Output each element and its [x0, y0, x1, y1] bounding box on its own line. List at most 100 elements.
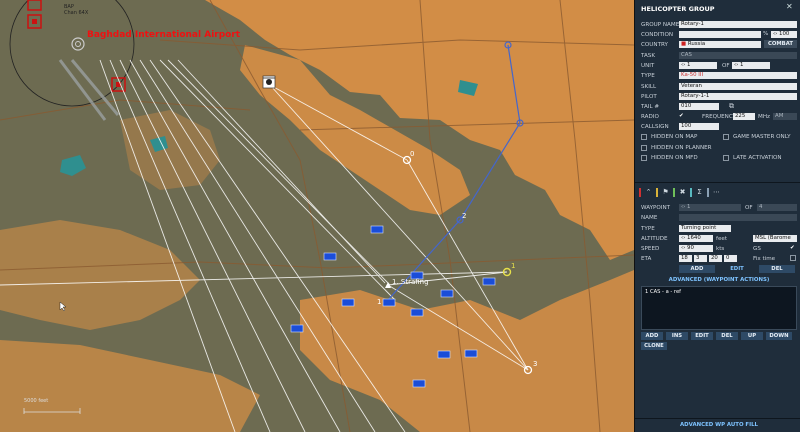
waypoint-label-3: 3	[533, 360, 538, 368]
tab-route-icon[interactable]: ⌃	[644, 188, 653, 197]
condition-label: CONDITION	[641, 32, 674, 38]
action-edit-button[interactable]: EDIT	[691, 332, 713, 340]
hidden-on-map-checkbox[interactable]	[641, 134, 647, 140]
action-up-button[interactable]: UP	[741, 332, 763, 340]
action-down-button[interactable]: DOWN	[766, 332, 792, 340]
wp-type-select[interactable]: Turning point	[679, 225, 731, 232]
condition-input[interactable]: ‹› 100	[771, 31, 797, 38]
callsign-input[interactable]: 100	[679, 123, 719, 130]
advanced-waypoint-actions-label[interactable]: ADVANCED (WAYPOINT ACTIONS)	[641, 277, 797, 283]
eta-minutes[interactable]: 3	[694, 255, 707, 262]
close-icon[interactable]: ✕	[786, 3, 794, 11]
action-add-button[interactable]: ADD	[641, 332, 663, 340]
game-master-only-checkbox[interactable]	[723, 134, 729, 140]
footer-divider	[635, 418, 800, 419]
speed-unit: kts	[716, 246, 725, 252]
hidden-on-mfd-checkbox[interactable]	[641, 155, 647, 161]
tail-label: TAIL #	[641, 104, 660, 110]
eta-seconds[interactable]: 20	[709, 255, 722, 262]
speed-input[interactable]: ‹› 90	[679, 245, 713, 252]
callsign-row: CALLSIGN	[641, 123, 797, 131]
game-master-only-label: GAME MASTER ONLY	[733, 134, 791, 140]
fix-time-label: Fix time	[753, 256, 776, 262]
country-label: COUNTRY	[641, 42, 668, 48]
editor-window: Baghdad International Airport BAP Chan 6…	[0, 0, 800, 432]
pilot-input[interactable]: Rotary-1-1	[679, 93, 797, 100]
altitude-input[interactable]: ‹› 1640	[679, 235, 713, 242]
speed-label: SPEED	[641, 246, 660, 252]
mission-map[interactable]: Baghdad International Airport BAP Chan 6…	[0, 0, 634, 432]
actions-list[interactable]: 1 CAS - a - ref	[641, 286, 797, 330]
unit-total-stepper[interactable]: ‹› 1	[732, 62, 770, 69]
radio-label: RADIO	[641, 114, 659, 120]
action-clone-button[interactable]: CLONE	[641, 342, 667, 350]
task-select[interactable]: CAS	[679, 52, 797, 59]
eta-label: ETA	[641, 256, 652, 262]
tab-marker-yellow	[656, 187, 658, 197]
country-flag-icon: ■	[681, 41, 688, 47]
unit-label: UNIT	[641, 63, 655, 69]
hidden-on-planner-checkbox[interactable]	[641, 145, 647, 151]
modulation-select[interactable]: AM	[773, 113, 797, 120]
tab-more-icon[interactable]: ⋯	[712, 188, 721, 197]
airport-icon[interactable]	[71, 37, 85, 51]
group-name-input[interactable]: Rotary-1	[679, 21, 797, 28]
gs-check-icon[interactable]: ✔	[790, 245, 795, 251]
tab-marker-cyan	[690, 187, 692, 197]
wp-type-label: TYPE	[641, 226, 655, 232]
unit-stepper[interactable]: ‹› 1	[679, 62, 717, 69]
wp-name-label: NAME	[641, 215, 658, 221]
aircraft-type-select[interactable]: Ka-50 III	[679, 72, 797, 79]
section-divider	[635, 182, 800, 183]
condition-percent: %	[763, 31, 769, 37]
tab-triggers-icon[interactable]: ⚑	[661, 188, 670, 197]
skill-select[interactable]: Veteran	[679, 83, 797, 90]
tab-payload-icon[interactable]: ✖	[678, 188, 687, 197]
map-canvas[interactable]	[0, 0, 634, 432]
condition-slider[interactable]	[679, 31, 761, 38]
action-ins-button[interactable]: INS	[666, 332, 688, 340]
fix-time-checkbox[interactable]	[790, 255, 796, 261]
runways	[58, 59, 120, 121]
tab-marker-gray	[707, 187, 709, 197]
waypoint-label-1: 1	[377, 298, 382, 306]
altitude-reference-select[interactable]: MSL (Barome	[753, 235, 797, 242]
helicopter-group-panel: HELICOPTER GROUP ✕ GROUP NAME Rotary-1 C…	[634, 0, 800, 432]
frequency-input[interactable]: 225	[733, 113, 755, 120]
country-select[interactable]: ■ Russia	[679, 41, 761, 48]
urban-areas	[0, 0, 634, 432]
wp-edit-button[interactable]: EDIT	[719, 265, 755, 273]
eta-day[interactable]: 0	[724, 255, 737, 262]
wp-name-input[interactable]	[679, 214, 797, 221]
eta-hours[interactable]: 18	[679, 255, 692, 262]
wp-add-button[interactable]: ADD	[679, 265, 715, 273]
tab-marker-red	[639, 187, 641, 197]
frequency-unit: MHz	[758, 114, 770, 120]
action-del-button[interactable]: DEL	[716, 332, 738, 340]
waypoint-label-1-selected: 1	[511, 262, 516, 270]
waypoint-stepper[interactable]: ‹› 1	[679, 204, 741, 211]
tab-marker-green	[673, 187, 675, 197]
tail-row: TAIL #	[641, 103, 797, 111]
combat-button[interactable]: COMBAT	[764, 40, 797, 48]
unit-row: UNIT	[641, 62, 797, 70]
action-list-item[interactable]: 1 CAS - a - ref	[642, 287, 796, 297]
airport-name-label: Baghdad International Airport	[87, 30, 241, 40]
late-activation-label: LATE ACTIVATION	[733, 155, 782, 161]
scale-label: 5000 feet	[24, 398, 49, 404]
tail-number-input[interactable]: 010	[679, 103, 719, 110]
airport-code-label: BAP Chan 64X	[64, 4, 89, 16]
radio-check-icon[interactable]: ✔	[679, 113, 684, 119]
gs-label: GS	[753, 246, 761, 252]
waypoint-total: 4	[757, 204, 797, 211]
tab-summary-icon[interactable]: Σ	[695, 188, 704, 197]
callsign-label: CALLSIGN	[641, 124, 669, 130]
hidden-on-map-label: HIDDEN ON MAP	[651, 134, 698, 140]
hidden-on-mfd-label: HIDDEN ON MFD	[651, 155, 698, 161]
group-name-label: GROUP NAME	[641, 22, 680, 28]
wp-del-button[interactable]: DEL	[759, 265, 795, 273]
late-activation-checkbox[interactable]	[723, 155, 729, 161]
advanced-wp-auto-fill-button[interactable]: ADVANCED WP AUTO FILL	[641, 422, 797, 428]
copy-icon[interactable]: ⧉	[729, 102, 734, 111]
hidden-on-planner-label: HIDDEN ON PLANNER	[651, 145, 712, 151]
